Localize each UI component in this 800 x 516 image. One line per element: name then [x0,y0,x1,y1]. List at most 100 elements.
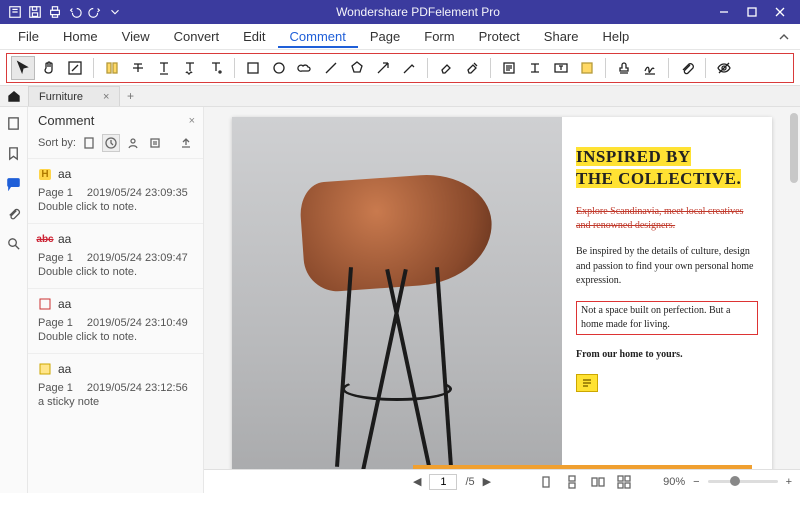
sticky-type-icon [38,362,52,376]
main-area: Comment × Sort by: Haa Page 12019/05/24 … [0,107,800,493]
sort-label: Sort by: [38,137,76,149]
qat-dropdown-icon[interactable] [106,3,124,21]
menu-comment[interactable]: Comment [278,25,358,48]
eraser-tool-icon[interactable] [434,56,458,80]
line-shape-icon[interactable] [319,56,343,80]
undo-icon[interactable] [66,3,84,21]
view-facing-icon[interactable] [589,473,607,491]
menu-bar: File Home View Convert Edit Comment Page… [0,24,800,50]
menu-help[interactable]: Help [591,25,642,48]
status-bar: ◀ /5 ▶ 90% − + [204,469,800,493]
highlight-annotation[interactable]: INSPIRED BY [576,147,691,166]
comment-author: aa [58,232,71,246]
page-number-input[interactable] [429,474,457,490]
signature-tool-icon[interactable] [638,56,662,80]
prev-page-icon[interactable]: ◀ [413,475,421,488]
redo-icon[interactable] [86,3,104,21]
next-page-icon[interactable]: ▶ [483,475,491,488]
rectangle-shape-icon[interactable] [241,56,265,80]
attachment-tool-icon[interactable] [675,56,699,80]
comment-toolbar [6,53,794,83]
strikethrough-tool-icon[interactable] [126,56,150,80]
erase-all-icon[interactable] [460,56,484,80]
comment-time: 2019/05/24 23:09:47 [87,252,188,264]
comment-page: Page 1 [38,317,73,329]
print-icon[interactable] [46,3,64,21]
view-continuous-icon[interactable] [563,473,581,491]
caret-tool-icon[interactable] [204,56,228,80]
body-paragraph: Be inspired by the details of culture, d… [576,245,758,289]
menu-view[interactable]: View [110,25,162,48]
side-rail [0,107,28,493]
sort-by-page-icon[interactable] [80,134,98,152]
textbox-tool-icon[interactable] [549,56,573,80]
panel-title: Comment [38,113,94,128]
select-tool-icon[interactable] [11,56,35,80]
menu-form[interactable]: Form [412,25,466,48]
underline-tool-icon[interactable] [152,56,176,80]
comment-item[interactable]: abcaa Page 12019/05/24 23:09:47 Double c… [28,223,203,288]
menu-page[interactable]: Page [358,25,412,48]
comment-item[interactable]: aa Page 12019/05/24 23:10:49 Double clic… [28,288,203,353]
menu-share[interactable]: Share [532,25,591,48]
sort-by-time-icon[interactable] [102,134,120,152]
save-icon[interactable] [26,3,44,21]
collapse-ribbon-icon[interactable] [774,27,794,47]
note-tool-icon[interactable] [497,56,521,80]
arrow-shape-icon[interactable] [371,56,395,80]
highlight-annotation[interactable]: THE COLLECTIVE. [576,169,741,188]
minimize-button[interactable] [710,2,738,22]
area-highlight-tool-icon[interactable] [575,56,599,80]
hand-tool-icon[interactable] [37,56,61,80]
comment-list: Haa Page 12019/05/24 23:09:35 Double cli… [28,158,203,493]
close-button[interactable] [766,2,794,22]
bookmarks-panel-icon[interactable] [4,143,24,163]
freehand-shape-icon[interactable] [397,56,421,80]
rectangle-annotation[interactable]: Not a space built on perfection. But a h… [576,301,758,335]
menu-convert[interactable]: Convert [162,25,232,48]
comment-page: Page 1 [38,382,73,394]
export-comments-icon[interactable] [177,134,195,152]
view-facing-continuous-icon[interactable] [615,473,633,491]
edit-tool-icon[interactable] [63,56,87,80]
strike-type-icon: abc [38,232,52,246]
hide-annotations-icon[interactable] [712,56,736,80]
zoom-in-icon[interactable]: + [786,476,792,488]
maximize-button[interactable] [738,2,766,22]
circle-shape-icon[interactable] [267,56,291,80]
strikethrough-annotation[interactable]: Explore Scandinavia, meet local creative… [576,205,758,233]
home-icon[interactable] [4,86,24,106]
menu-file[interactable]: File [6,25,51,48]
menu-protect[interactable]: Protect [467,25,532,48]
vertical-scrollbar[interactable] [790,113,798,183]
comment-item[interactable]: Haa Page 12019/05/24 23:09:35 Double cli… [28,158,203,223]
document-tab[interactable]: Furniture × [28,86,120,106]
comment-page: Page 1 [38,187,73,199]
panel-close-icon[interactable]: × [189,115,195,127]
comments-panel-icon[interactable] [4,173,24,193]
stamp-tool-icon[interactable] [612,56,636,80]
polygon-shape-icon[interactable] [345,56,369,80]
typewriter-tool-icon[interactable] [523,56,547,80]
zoom-out-icon[interactable]: − [693,476,699,488]
sticky-note-annotation[interactable] [576,374,598,392]
view-single-icon[interactable] [537,473,555,491]
zoom-slider[interactable] [708,480,778,483]
thumbnails-panel-icon[interactable] [4,113,24,133]
document-viewer: INSPIRED BY THE COLLECTIVE. Explore Scan… [204,107,800,493]
highlight-type-icon: H [38,167,52,181]
comment-item[interactable]: aa Page 12019/05/24 23:12:56 a sticky no… [28,353,203,418]
squiggly-tool-icon[interactable] [178,56,202,80]
menu-home[interactable]: Home [51,25,110,48]
attachments-panel-icon[interactable] [4,203,24,223]
comment-time: 2019/05/24 23:10:49 [87,317,188,329]
sort-by-author-icon[interactable] [124,134,142,152]
menu-edit[interactable]: Edit [231,25,277,48]
document-tab-close-icon[interactable]: × [103,91,109,103]
page-canvas[interactable]: INSPIRED BY THE COLLECTIVE. Explore Scan… [204,107,800,469]
highlight-tool-icon[interactable] [100,56,124,80]
search-panel-icon[interactable] [4,233,24,253]
add-tab-button[interactable]: + [120,86,140,106]
cloud-shape-icon[interactable] [293,56,317,80]
sort-by-type-icon[interactable] [146,134,164,152]
